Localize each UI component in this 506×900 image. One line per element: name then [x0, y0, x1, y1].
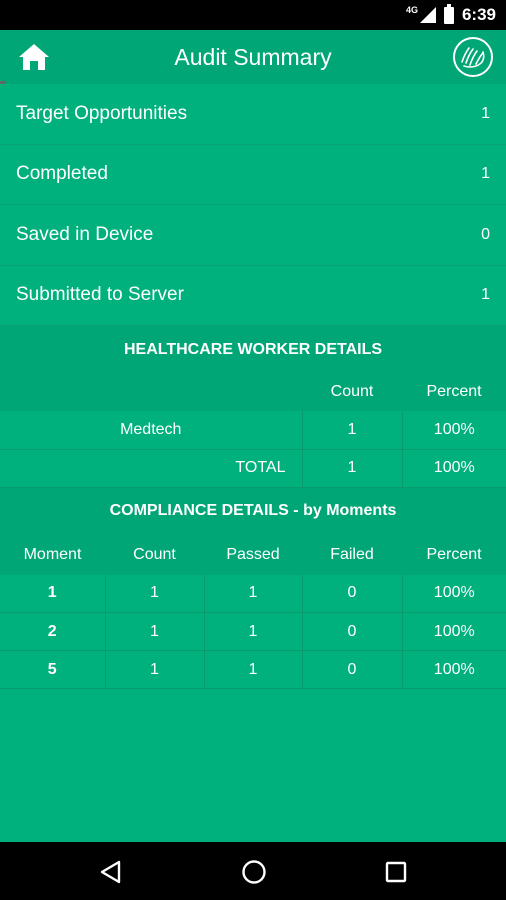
- percent-cell: 100%: [402, 650, 506, 689]
- summary-value: 1: [481, 165, 490, 183]
- failed-cell: 0: [302, 612, 403, 651]
- summary-label: Completed: [16, 163, 108, 185]
- total-percent: 100%: [402, 449, 506, 488]
- worker-name: Medtech: [0, 411, 303, 450]
- healthcare-worker-table: HEALTHCARE WORKER DETAILS Count Percent …: [0, 326, 506, 488]
- header-count: Count: [330, 383, 374, 400]
- percent-cell: 100%: [402, 612, 506, 651]
- table-row: 5 1 1 0 100%: [0, 650, 506, 689]
- passed-cell: 1: [204, 574, 303, 613]
- navigation-bar: [0, 842, 506, 900]
- failed-cell: 0: [302, 574, 403, 613]
- status-time: 6:39: [461, 5, 496, 24]
- compliance-title-row: COMPLIANCE DETAILS - by Moments: [0, 487, 506, 535]
- summary-row-submitted-to-server: Submitted to Server 1: [0, 266, 506, 326]
- home-circle-icon[interactable]: [241, 859, 267, 885]
- percent-cell: 100%: [402, 574, 506, 613]
- healthcare-worker-title: HEALTHCARE WORKER DETAILS: [123, 340, 383, 358]
- summary-label: Saved in Device: [16, 223, 154, 245]
- summary-label: Submitted to Server: [16, 284, 184, 306]
- header-moment: Moment: [23, 545, 82, 563]
- healthcare-worker-header-row: Count Percent: [0, 373, 506, 411]
- healthcare-worker-title-row: HEALTHCARE WORKER DETAILS: [0, 326, 506, 373]
- signal-icon: [419, 7, 436, 23]
- passed-cell: 1: [204, 612, 303, 651]
- summary-value: 1: [481, 286, 490, 304]
- header-blank: [0, 373, 302, 411]
- count-cell: 1: [105, 650, 205, 689]
- total-row: TOTAL 1 100%: [0, 449, 506, 488]
- count-cell: 1: [105, 574, 205, 613]
- moment-cell: 5: [0, 650, 106, 689]
- moment-cell: 1: [0, 574, 106, 613]
- total-count: 1: [302, 449, 403, 488]
- summary-list: Target Opportunities 1 Completed 1 Saved…: [0, 84, 506, 689]
- header-passed: Passed: [226, 545, 280, 563]
- header-percent: Percent: [426, 383, 482, 400]
- moment-cell: 2: [0, 612, 106, 651]
- count-cell: 1: [105, 612, 205, 651]
- table-row: 2 1 1 0 100%: [0, 612, 506, 651]
- compliance-table: COMPLIANCE DETAILS - by Moments Moment C…: [0, 487, 506, 689]
- total-label: TOTAL: [0, 449, 303, 488]
- battery-icon: [443, 3, 454, 24]
- header-count: Count: [133, 545, 176, 563]
- page-title: Audit Summary: [174, 43, 332, 70]
- network-type: 4G: [405, 5, 418, 15]
- header-failed: Failed: [330, 545, 374, 563]
- summary-value: 0: [481, 225, 490, 243]
- failed-cell: 0: [302, 650, 403, 689]
- summary-value: 1: [481, 104, 490, 122]
- compliance-header-row: Moment Count Passed Failed Percent: [0, 534, 506, 575]
- home-icon[interactable]: [18, 42, 50, 72]
- summary-label: Target Opportunities: [16, 102, 188, 124]
- summary-row-saved-in-device: Saved in Device 0: [0, 205, 506, 266]
- table-row: Medtech 1 100%: [0, 411, 506, 450]
- compliance-title: COMPLIANCE DETAILS - by Moments: [109, 502, 397, 519]
- app-bar: Audit Summary: [0, 30, 506, 84]
- back-icon[interactable]: [99, 860, 123, 884]
- summary-row-completed: Completed 1: [0, 145, 506, 205]
- hand-hygiene-logo-icon[interactable]: [452, 36, 494, 78]
- worker-count: 1: [302, 411, 403, 450]
- worker-percent: 100%: [402, 411, 506, 450]
- passed-cell: 1: [204, 650, 303, 689]
- status-bar: 4G 6:39: [0, 0, 506, 30]
- summary-row-target-opportunities: Target Opportunities 1: [0, 84, 506, 145]
- recents-icon[interactable]: [385, 861, 407, 883]
- header-percent: Percent: [426, 545, 482, 563]
- table-row: 1 1 1 0 100%: [0, 574, 506, 613]
